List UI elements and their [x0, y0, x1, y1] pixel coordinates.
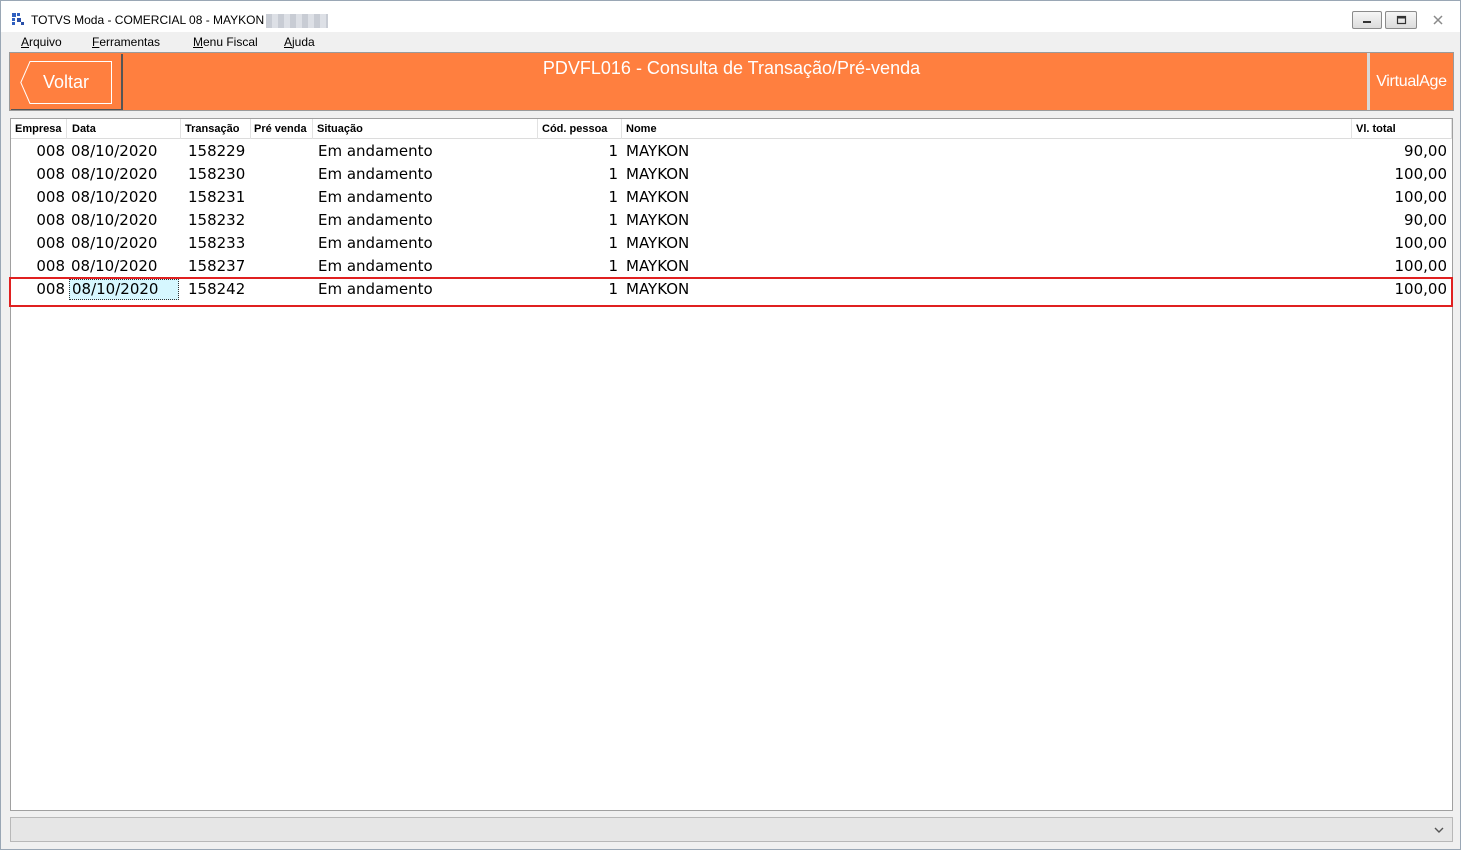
cell-cod-pessoa[interactable]: 1 — [541, 278, 618, 301]
column-header-nome[interactable]: Nome — [622, 119, 1352, 139]
table-row[interactable]: 008 08/10/2020 158229 Em andamento 1 MAYKON 90… — [11, 140, 1452, 163]
cell-pre-venda[interactable] — [255, 255, 311, 278]
cell-situacao[interactable]: Em andamento — [318, 140, 536, 163]
cell-pre-venda[interactable] — [255, 186, 311, 209]
column-header-data[interactable]: Data — [68, 119, 181, 139]
cell-vl-total[interactable]: 90,00 — [1351, 140, 1447, 163]
cell-vl-total[interactable]: 100,00 — [1351, 255, 1448, 278]
cell-data[interactable]: 08/10/2020 — [71, 255, 179, 278]
cell-nome[interactable]: MAYKON — [626, 209, 1346, 232]
cell-cod-pessoa[interactable]: 1 — [541, 232, 618, 255]
cell-cod-pessoa[interactable]: 1 — [541, 163, 618, 186]
cell-empresa[interactable]: 008 — [15, 278, 65, 301]
title-bar: TOTVS Moda - COMERCIAL 08 - MAYKON — [1, 1, 1460, 32]
cell-pre-venda[interactable] — [255, 278, 311, 301]
cell-vl-total[interactable]: 90,00 — [1351, 209, 1447, 232]
minimize-icon — [1363, 21, 1371, 23]
close-button[interactable] — [1423, 11, 1453, 29]
menu-arquivo[interactable]: Arquivo — [21, 35, 62, 49]
window-title: TOTVS Moda - COMERCIAL 08 - MAYKON — [31, 13, 329, 28]
cell-transacao[interactable]: 158237 — [188, 255, 252, 278]
cell-data[interactable]: 08/10/2020 — [71, 232, 179, 255]
cell-situacao[interactable]: Em andamento — [318, 186, 536, 209]
menu-ferramentas[interactable]: Ferramentas — [92, 35, 160, 49]
cell-pre-venda[interactable] — [255, 209, 311, 232]
cell-transacao[interactable]: 158233 — [188, 232, 252, 255]
cell-situacao[interactable]: Em andamento — [318, 255, 536, 278]
cell-data[interactable]: 08/10/2020 — [69, 279, 179, 300]
cell-transacao[interactable]: 158232 — [188, 209, 252, 232]
column-header-empresa[interactable]: Empresa — [11, 119, 67, 139]
maximize-icon — [1396, 15, 1406, 25]
column-header-cod-pessoa[interactable]: Cód. pessoa — [538, 119, 622, 139]
cell-transacao[interactable]: 158242 — [188, 278, 252, 301]
cell-transacao[interactable]: 158231 — [188, 186, 252, 209]
cell-nome[interactable]: MAYKON — [626, 163, 1346, 186]
redacted-area — [266, 13, 329, 28]
cell-vl-total[interactable]: 100,00 — [1351, 186, 1448, 209]
app-icon — [12, 13, 24, 25]
table-row[interactable]: 008 08/10/2020 158233 Em andamento 1 MAYKON 10… — [11, 232, 1452, 255]
cell-vl-total[interactable]: 100,00 — [1351, 163, 1448, 186]
table-row[interactable]: 008 08/10/2020 158230 Em andamento 1 MAYKON 10… — [11, 163, 1452, 186]
cell-cod-pessoa[interactable]: 1 — [541, 186, 618, 209]
maximize-button[interactable] — [1385, 11, 1417, 29]
column-header-transacao[interactable]: Transação — [181, 119, 251, 139]
cell-situacao[interactable]: Em andamento — [318, 209, 536, 232]
column-header-pre-venda[interactable]: Pré venda — [250, 119, 313, 139]
menu-ajuda[interactable]: Ajuda — [284, 35, 315, 49]
cell-pre-venda[interactable] — [255, 140, 311, 163]
table-row[interactable]: 008 08/10/2020 158232 Em andamento 1 MAYKON 90… — [11, 209, 1452, 232]
cell-empresa[interactable]: 008 — [15, 209, 65, 232]
page-header: Voltar PDVFL016 - Consulta de Transação/… — [9, 52, 1454, 111]
cell-empresa[interactable]: 008 — [15, 186, 65, 209]
cell-situacao[interactable]: Em andamento — [318, 278, 536, 301]
cell-empresa[interactable]: 008 — [15, 163, 65, 186]
table-row[interactable]: 008 08/10/2020 158242 Em andamento 1 MAYKON 10… — [9, 277, 1453, 307]
grid-header: Empresa Data Transação Pré venda Situaçã… — [11, 119, 1452, 139]
menu-bar: Arquivo Ferramentas Menu Fiscal Ajuda — [1, 32, 1460, 52]
status-bar — [10, 817, 1453, 842]
menu-fiscal[interactable]: Menu Fiscal — [193, 35, 258, 49]
transactions-grid[interactable]: Empresa Data Transação Pré venda Situaçã… — [9, 118, 1453, 811]
cell-cod-pessoa[interactable]: 1 — [541, 255, 618, 278]
cell-pre-venda[interactable] — [255, 232, 311, 255]
cell-transacao[interactable]: 158229 — [188, 140, 252, 163]
app-window: TOTVS Moda - COMERCIAL 08 - MAYKON Arqui… — [0, 0, 1461, 850]
table-row[interactable]: 008 08/10/2020 158231 Em andamento 1 MAYKON 10… — [11, 186, 1452, 209]
cell-vl-total[interactable]: 100,00 — [1351, 232, 1448, 255]
cell-data[interactable]: 08/10/2020 — [71, 186, 179, 209]
cell-transacao[interactable]: 158230 — [188, 163, 252, 186]
cell-nome[interactable]: MAYKON — [626, 255, 1346, 278]
close-icon — [1433, 15, 1443, 25]
cell-empresa[interactable]: 008 — [15, 140, 65, 163]
cell-cod-pessoa[interactable]: 1 — [541, 209, 618, 232]
cell-nome[interactable]: MAYKON — [626, 186, 1346, 209]
page-title: PDVFL016 - Consulta de Transação/Pré-ven… — [542, 58, 921, 78]
cell-situacao[interactable]: Em andamento — [318, 232, 536, 255]
column-header-situacao[interactable]: Situação — [313, 119, 538, 139]
minimize-button[interactable] — [1352, 11, 1382, 29]
cell-pre-venda[interactable] — [255, 163, 311, 186]
brand-button[interactable]: VirtualAge — [1367, 53, 1453, 110]
brand-label: VirtualAge — [1376, 72, 1447, 90]
cell-nome[interactable]: MAYKON — [626, 278, 1346, 301]
cell-data[interactable]: 08/10/2020 — [71, 163, 179, 186]
cell-data[interactable]: 08/10/2020 — [71, 209, 179, 232]
chevron-down-icon[interactable] — [1432, 823, 1446, 837]
cell-nome[interactable]: MAYKON — [626, 140, 1346, 163]
cell-situacao[interactable]: Em andamento — [318, 163, 536, 186]
cell-cod-pessoa[interactable]: 1 — [541, 140, 618, 163]
cell-vl-total[interactable]: 100,00 — [1351, 278, 1448, 301]
cell-nome[interactable]: MAYKON — [626, 232, 1346, 255]
column-header-vl-total[interactable]: Vl. total — [1352, 119, 1452, 139]
cell-empresa[interactable]: 008 — [15, 255, 65, 278]
cell-data[interactable]: 08/10/2020 — [71, 140, 179, 163]
cell-empresa[interactable]: 008 — [15, 232, 65, 255]
table-row[interactable]: 008 08/10/2020 158237 Em andamento 1 MAYKON 10… — [11, 255, 1452, 278]
